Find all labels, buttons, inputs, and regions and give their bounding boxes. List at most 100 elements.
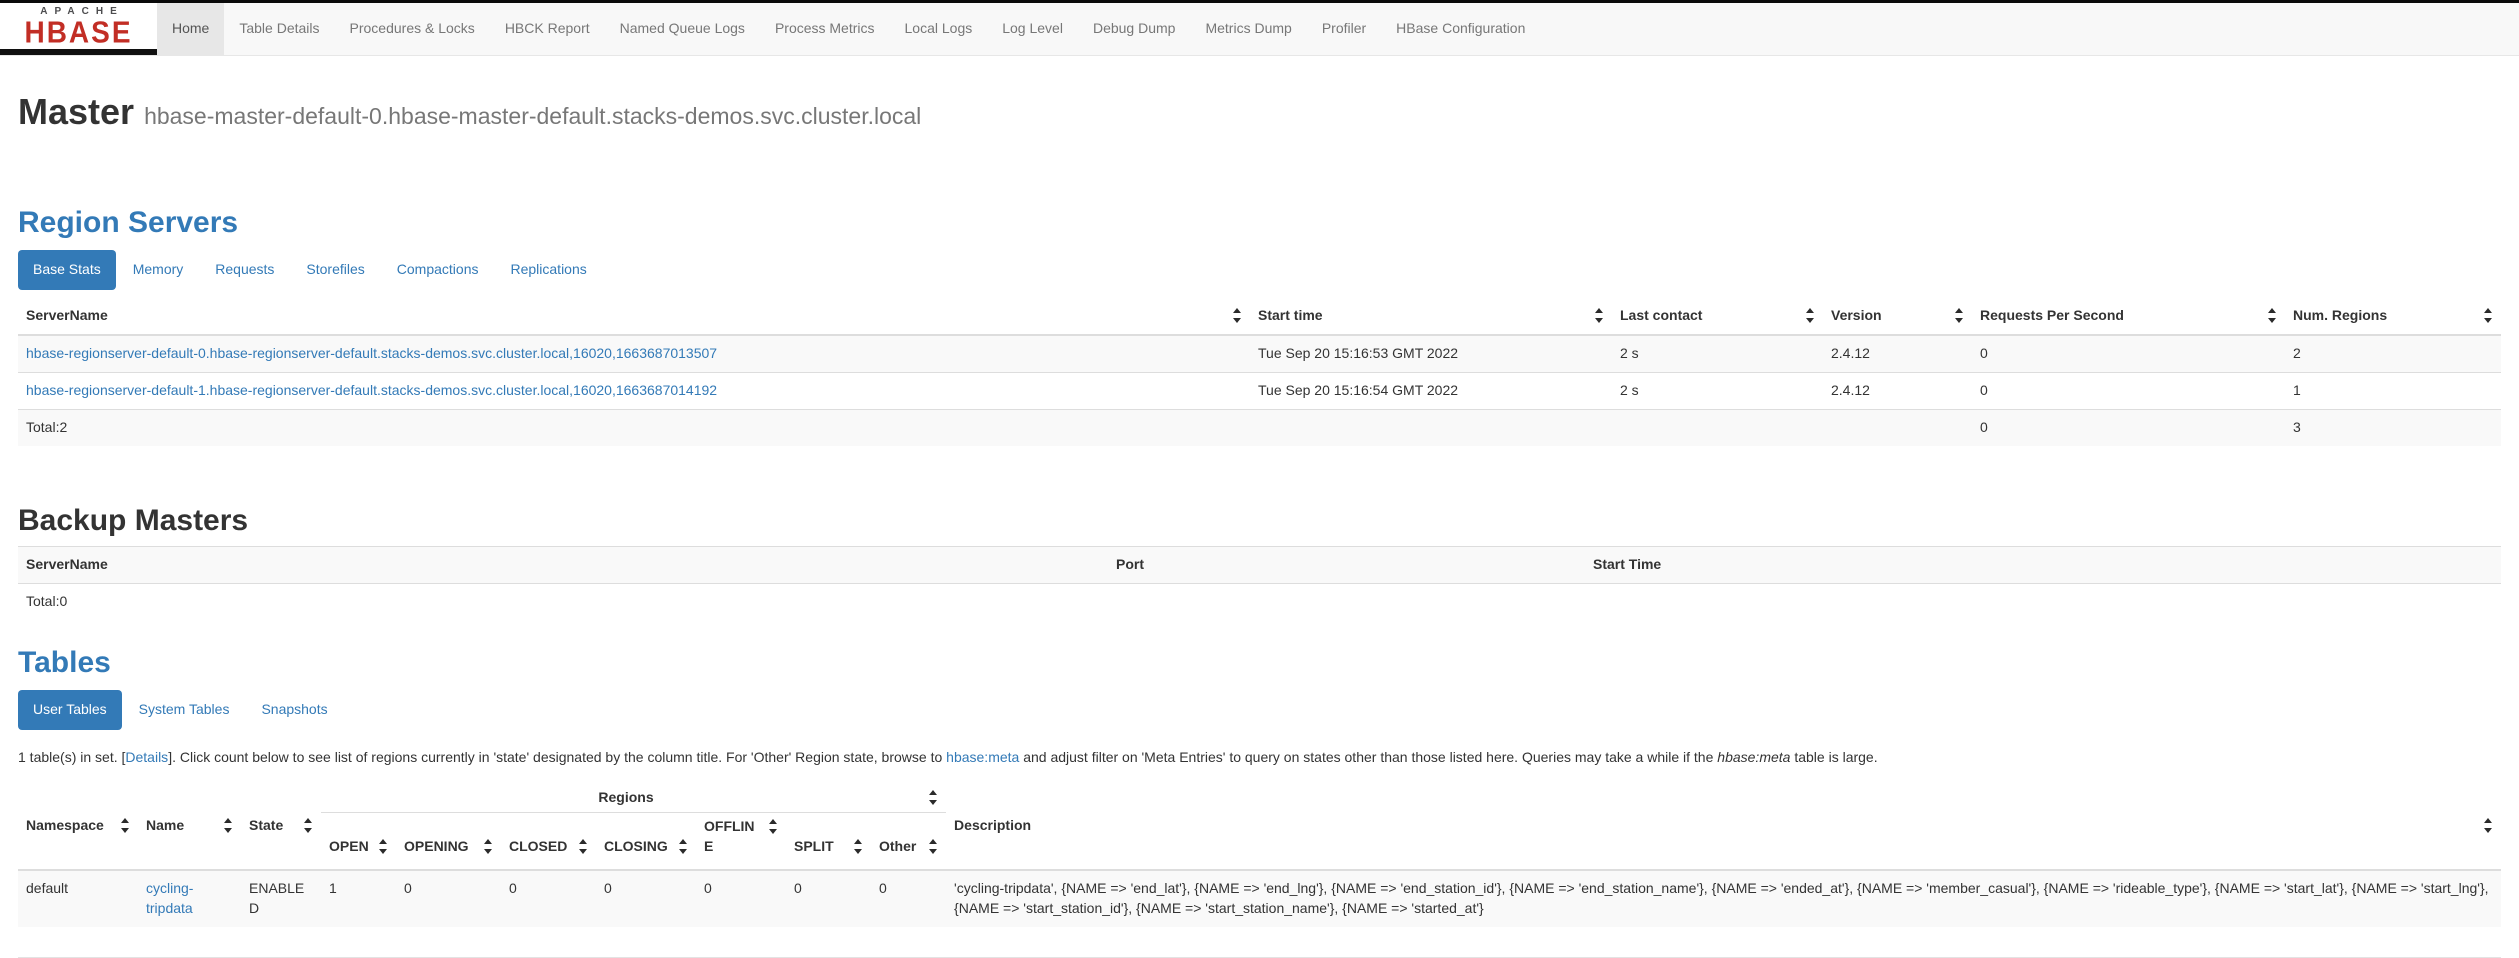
- nav-item-procedures-locks[interactable]: Procedures & Locks: [335, 3, 490, 55]
- hbase-meta-italic: hbase:meta: [1717, 749, 1790, 765]
- tab-compactions[interactable]: Compactions: [382, 250, 494, 290]
- tab-storefiles[interactable]: Storefiles: [291, 250, 379, 290]
- col-header-split[interactable]: SPLIT: [786, 812, 871, 869]
- col-header-requests-per-second[interactable]: Requests Per Second: [1972, 298, 2285, 335]
- navbar: APACHE HBASE Home Table Details Procedur…: [0, 3, 2519, 56]
- col-header-namespace[interactable]: Namespace: [18, 776, 138, 870]
- tab-base-stats[interactable]: Base Stats: [18, 250, 116, 290]
- tables-tabs: User Tables System Tables Snapshots: [18, 690, 2501, 730]
- requests-per-second-cell: 0: [1972, 335, 2285, 372]
- col-header-servername: ServerName: [18, 546, 1108, 583]
- nav-item-home[interactable]: Home: [157, 3, 224, 55]
- tab-replications[interactable]: Replications: [495, 250, 601, 290]
- regionserver-link[interactable]: hbase-regionserver-default-0.hbase-regio…: [26, 345, 717, 361]
- nav-item-local-logs[interactable]: Local Logs: [890, 3, 988, 55]
- tab-requests[interactable]: Requests: [200, 250, 289, 290]
- col-header-servername[interactable]: ServerName: [18, 298, 1250, 335]
- tab-user-tables[interactable]: User Tables: [18, 690, 122, 730]
- sort-icon: [2268, 308, 2277, 323]
- empty-cell: [1823, 409, 1972, 445]
- server-name-cell: hbase-regionserver-default-0.hbase-regio…: [18, 335, 1250, 372]
- page-title: Masterhbase-master-default-0.hbase-maste…: [18, 92, 2501, 136]
- col-header-version[interactable]: Version: [1823, 298, 1972, 335]
- hbase-meta-link[interactable]: hbase:meta: [946, 749, 1019, 765]
- col-header-offline[interactable]: OFFLINE: [696, 812, 786, 869]
- sort-icon: [1595, 308, 1604, 323]
- tab-memory[interactable]: Memory: [118, 250, 199, 290]
- tab-snapshots[interactable]: Snapshots: [246, 690, 342, 730]
- offline-count-cell[interactable]: 0: [696, 870, 786, 927]
- col-header-closing[interactable]: CLOSING: [596, 812, 696, 869]
- total-row: Total:2 0 3: [18, 409, 2501, 445]
- col-header-description[interactable]: Description: [946, 776, 2501, 870]
- opening-count-cell[interactable]: 0: [396, 870, 501, 927]
- master-hostname: hbase-master-default-0.hbase-master-defa…: [144, 103, 921, 129]
- user-tables-table: Namespace Name State Regions Description…: [18, 776, 2501, 927]
- tables-section: Tables User Tables System Tables Snapsho…: [18, 646, 2501, 927]
- sort-icon: [769, 819, 778, 834]
- col-header-opening[interactable]: OPENING: [396, 812, 501, 869]
- sort-icon: [1806, 308, 1815, 323]
- sort-icon: [929, 790, 938, 805]
- split-count-cell[interactable]: 0: [786, 870, 871, 927]
- other-count-cell[interactable]: 0: [871, 870, 946, 927]
- sort-icon: [2484, 818, 2493, 833]
- region-servers-heading[interactable]: Region Servers: [18, 206, 2501, 240]
- sort-icon: [224, 818, 233, 833]
- closing-count-cell[interactable]: 0: [596, 870, 696, 927]
- closed-count-cell[interactable]: 0: [501, 870, 596, 927]
- nav-item-metrics-dump[interactable]: Metrics Dump: [1190, 3, 1306, 55]
- page-content: Masterhbase-master-default-0.hbase-maste…: [0, 92, 2519, 958]
- last-contact-cell: 2 s: [1612, 335, 1823, 372]
- sort-icon: [1955, 308, 1964, 323]
- server-name-cell: hbase-regionserver-default-1.hbase-regio…: [18, 372, 1250, 409]
- description-cell: 'cycling-tripdata', {NAME => 'end_lat'},…: [946, 870, 2501, 927]
- nav-item-hbck-report[interactable]: HBCK Report: [490, 3, 605, 55]
- region-servers-table: ServerName Start time Last contact Versi…: [18, 298, 2501, 446]
- nav-item-log-level[interactable]: Log Level: [987, 3, 1078, 55]
- start-time-cell: Tue Sep 20 15:16:53 GMT 2022: [1250, 335, 1612, 372]
- empty-cell: [1108, 583, 1585, 619]
- open-count-cell[interactable]: 1: [321, 870, 396, 927]
- col-header-regions-group[interactable]: Regions: [321, 776, 946, 812]
- sort-icon: [121, 818, 130, 833]
- brand-logo[interactable]: APACHE HBASE: [0, 3, 157, 55]
- backup-masters-table: ServerName Port Start Time Total:0: [18, 546, 2501, 620]
- nav-item-named-queue-logs[interactable]: Named Queue Logs: [605, 3, 760, 55]
- total-row: Total:0: [18, 583, 2501, 619]
- nav-item-debug-dump[interactable]: Debug Dump: [1078, 3, 1191, 55]
- table-link-cycling-tripdata[interactable]: cycling-tripdata: [146, 880, 193, 916]
- sort-icon: [854, 839, 863, 854]
- col-header-closed[interactable]: CLOSED: [501, 812, 596, 869]
- total-num-regions-cell: 3: [2285, 409, 2501, 445]
- state-cell: ENABLED: [241, 870, 321, 927]
- nav-item-process-metrics[interactable]: Process Metrics: [760, 3, 890, 55]
- sort-icon: [2484, 308, 2493, 323]
- col-header-state[interactable]: State: [241, 776, 321, 870]
- empty-cell: [1585, 583, 2501, 619]
- version-cell: 2.4.12: [1823, 372, 1972, 409]
- tab-system-tables[interactable]: System Tables: [124, 690, 245, 730]
- nav-item-profiler[interactable]: Profiler: [1307, 3, 1381, 55]
- table-row: default cycling-tripdata ENABLED 1 0 0 0…: [18, 870, 2501, 927]
- col-header-start-time[interactable]: Start time: [1250, 298, 1612, 335]
- sort-icon: [679, 839, 688, 854]
- backup-masters-heading: Backup Masters: [18, 504, 2501, 538]
- region-servers-header-row: ServerName Start time Last contact Versi…: [18, 298, 2501, 335]
- nav-item-table-details[interactable]: Table Details: [224, 3, 334, 55]
- col-header-open[interactable]: OPEN: [321, 812, 396, 869]
- user-tables-header-row-top: Namespace Name State Regions Description: [18, 776, 2501, 812]
- regionserver-link[interactable]: hbase-regionserver-default-1.hbase-regio…: [26, 382, 717, 398]
- nav-item-hbase-configuration[interactable]: HBase Configuration: [1381, 3, 1540, 55]
- col-header-num-regions[interactable]: Num. Regions: [2285, 298, 2501, 335]
- col-header-name[interactable]: Name: [138, 776, 241, 870]
- tables-heading[interactable]: Tables: [18, 646, 2501, 680]
- total-label-cell: Total:2: [18, 409, 1250, 445]
- col-header-other[interactable]: Other: [871, 812, 946, 869]
- sort-icon: [484, 839, 493, 854]
- col-header-port: Port: [1108, 546, 1585, 583]
- requests-per-second-cell: 0: [1972, 372, 2285, 409]
- col-header-last-contact[interactable]: Last contact: [1612, 298, 1823, 335]
- details-link[interactable]: Details: [125, 749, 168, 765]
- total-label-cell: Total:0: [18, 583, 1108, 619]
